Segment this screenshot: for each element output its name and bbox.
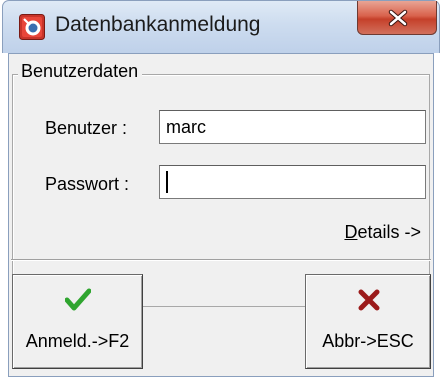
details-mnemonic: D bbox=[344, 222, 358, 242]
title-bar[interactable]: Datenbankanmeldung bbox=[2, 0, 440, 53]
close-icon bbox=[388, 9, 408, 27]
cancel-button[interactable]: Abbr->ESC bbox=[305, 274, 431, 369]
text-caret bbox=[166, 171, 168, 193]
cancel-button-label: Abbr->ESC bbox=[322, 331, 414, 351]
details-button[interactable]: Details -> bbox=[344, 222, 421, 243]
password-input[interactable] bbox=[159, 165, 426, 199]
login-button-label: Anmeld.->F2 bbox=[25, 331, 130, 351]
login-dialog: Datenbankanmeldung Benutzerdaten Benutze… bbox=[0, 0, 442, 383]
window-title: Datenbankanmeldung bbox=[55, 13, 261, 36]
cross-icon bbox=[358, 289, 380, 311]
user-input[interactable] bbox=[159, 110, 426, 144]
login-button[interactable]: Anmeld.->F2 bbox=[12, 274, 143, 369]
group-legend: Benutzerdaten bbox=[18, 61, 143, 82]
app-icon bbox=[19, 14, 45, 40]
details-label: etails -> bbox=[357, 222, 421, 242]
close-button[interactable] bbox=[357, 1, 437, 35]
user-label: Benutzer : bbox=[45, 118, 128, 138]
dialog-body: Benutzerdaten Benutzer : Passwort : Deta… bbox=[8, 53, 434, 377]
checkmark-icon bbox=[65, 288, 91, 311]
password-label: Passwort : bbox=[45, 174, 130, 194]
separator bbox=[11, 259, 431, 261]
